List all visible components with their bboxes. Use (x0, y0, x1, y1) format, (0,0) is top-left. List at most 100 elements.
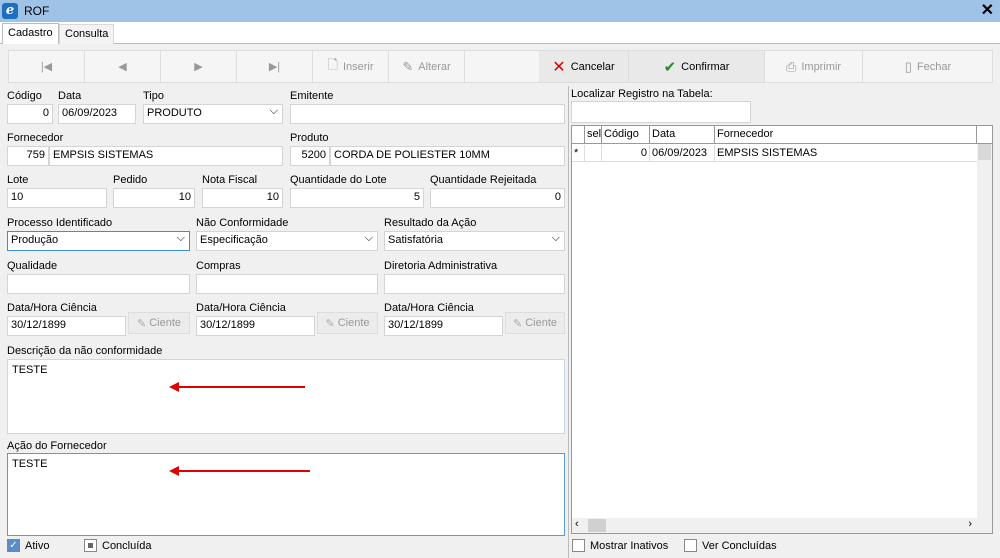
acao-textarea[interactable]: TESTE (7, 453, 565, 536)
tab-bar: Cadastro Consulta (0, 22, 1000, 44)
fornecedor-name-field[interactable]: EMPSIS SISTEMAS (49, 146, 283, 166)
qtd-rejeitada-label: Quantidade Rejeitada (430, 174, 537, 186)
close-label: Fechar (916, 60, 952, 73)
nota-fiscal-field[interactable]: 10 (202, 188, 283, 208)
window-title: ROF (24, 4, 50, 18)
qtd-lote-field[interactable]: 5 (290, 188, 424, 208)
printer-icon: ⎙ (785, 58, 797, 74)
codigo-field[interactable]: 0 (7, 104, 53, 124)
prev-icon: ◀ (118, 61, 127, 73)
tipo-label: Tipo (143, 90, 164, 102)
mostrar-inativos-label: Mostrar Inativos (590, 539, 669, 552)
ver-concluidas-checkbox[interactable]: Ver Concluídas (684, 539, 777, 552)
search-label: Localizar Registro na Tabela: (571, 88, 713, 100)
ciencia-field-3[interactable]: 30/12/1899 (384, 316, 503, 336)
close-icon[interactable]: ✕ (981, 1, 994, 21)
nao-conformidade-select[interactable]: Especificação ⌵ (196, 231, 378, 251)
edit-icon: ✎ (402, 58, 414, 74)
fornecedor-cell: EMPSIS SISTEMAS (717, 147, 818, 159)
produto-code-field[interactable]: 5200 (290, 146, 330, 166)
fornecedor-label: Fornecedor (7, 132, 64, 144)
red-arrow-annotation (169, 466, 310, 476)
nao-conformidade-label: Não Conformidade (196, 217, 289, 229)
qtd-rejeitada-field[interactable]: 0 (430, 188, 565, 208)
print-button[interactable]: ⎙ Imprimir (765, 51, 863, 82)
print-label: Imprimir (801, 60, 842, 73)
edit-icon: ✎ (325, 317, 335, 330)
concluida-checkbox[interactable]: Concluída (84, 539, 152, 552)
diretoria-label: Diretoria Administrativa (384, 260, 498, 272)
column-header-sel[interactable]: sel (585, 126, 602, 144)
ciencia-field-1[interactable]: 30/12/1899 (7, 316, 126, 336)
scroll-left-icon[interactable]: ‹ (575, 518, 579, 530)
document-icon: 🗋 (327, 56, 338, 72)
data-field[interactable]: 06/09/2023 (58, 104, 136, 124)
pedido-label: Pedido (113, 174, 148, 186)
vertical-scrollbar[interactable] (977, 144, 992, 519)
cancel-button[interactable]: ✕ Cancelar (539, 51, 629, 82)
cancel-label: Cancelar (570, 60, 615, 73)
pedido-field[interactable]: 10 (113, 188, 195, 208)
column-header-data[interactable]: Data (650, 126, 715, 144)
ciente-button-1[interactable]: ✎ Ciente (128, 312, 190, 334)
column-header-fornecedor[interactable]: Fornecedor (715, 126, 977, 144)
diretoria-field[interactable] (384, 274, 565, 294)
prev-record-button[interactable]: ◀ (85, 51, 161, 82)
ciente-label: Ciente (337, 317, 370, 329)
checkbox-icon (572, 539, 585, 552)
search-input[interactable] (571, 101, 751, 123)
exit-icon: ▯ (904, 58, 912, 74)
indicator-column-header (572, 126, 585, 144)
edit-button[interactable]: ✎ Alterar (389, 51, 465, 82)
panel-divider[interactable] (568, 86, 569, 558)
ativo-checkbox[interactable]: ✓ Ativo (7, 539, 49, 552)
records-table: sel Código Data Fornecedor * 0 06/09/202… (571, 125, 993, 534)
emitente-field[interactable] (290, 104, 565, 124)
sel-cell[interactable] (585, 145, 602, 162)
first-record-button[interactable]: |◀ (9, 51, 85, 82)
emitente-label: Emitente (290, 90, 334, 102)
tipo-select[interactable]: PRODUTO ⌵ (143, 104, 283, 124)
resultado-select[interactable]: Satisfatória ⌵ (384, 231, 565, 251)
confirm-button[interactable]: ✔ Confirmar (629, 51, 765, 82)
chevron-down-icon: ⌵ (176, 232, 185, 244)
scroll-thumb[interactable] (588, 519, 606, 532)
toolbar: |◀ ◀ ▶ ▶| 🗋 Inserir ✎ Alterar ✕ Cancelar ✔ C… (8, 50, 993, 83)
ciente-label: Ciente (525, 317, 557, 329)
produto-name-field[interactable]: CORDA DE POLIESTER 10MM (330, 146, 565, 166)
chevron-down-icon: ⌵ (269, 105, 278, 117)
checkbox-icon (684, 539, 697, 552)
ciencia-label-3: Data/Hora Ciência (384, 302, 474, 314)
edit-icon: ✎ (512, 317, 523, 330)
last-record-button[interactable]: ▶| (237, 51, 313, 82)
scroll-right-icon[interactable]: › (968, 518, 972, 530)
data-label: Data (58, 90, 82, 102)
close-button[interactable]: ▯ Fechar (863, 51, 993, 82)
scroll-thumb[interactable] (978, 144, 991, 160)
red-arrow-annotation (169, 382, 305, 392)
next-record-button[interactable]: ▶ (161, 51, 237, 82)
lote-field[interactable]: 10 (7, 188, 107, 208)
compras-field[interactable] (196, 274, 378, 294)
ciente-button-3[interactable]: ✎ Ciente (505, 312, 565, 334)
processo-select[interactable]: Produção ⌵ (7, 231, 190, 251)
resultado-label: Resultado da Ação (384, 217, 477, 229)
horizontal-scrollbar[interactable]: ‹ › (572, 518, 992, 533)
ciencia-label-2: Data/Hora Ciência (196, 302, 286, 314)
fornecedor-code-field[interactable]: 759 (7, 146, 49, 166)
tab-cadastro[interactable]: Cadastro (2, 23, 59, 44)
table-row[interactable]: * 0 06/09/2023 EMPSIS SISTEMAS (572, 145, 977, 162)
mostrar-inativos-checkbox[interactable]: Mostrar Inativos (572, 539, 668, 552)
cancel-icon: ✕ (552, 58, 566, 76)
descricao-label: Descrição da não conformidade (7, 345, 163, 357)
descricao-textarea[interactable]: TESTE (7, 359, 565, 434)
column-header-codigo[interactable]: Código (602, 126, 650, 144)
ciencia-field-2[interactable]: 30/12/1899 (196, 316, 315, 336)
tipo-value: PRODUTO (147, 107, 202, 119)
qualidade-field[interactable] (7, 274, 190, 294)
lote-label: Lote (7, 174, 29, 186)
ciente-button-2[interactable]: ✎ Ciente (317, 312, 378, 334)
tab-consulta[interactable]: Consulta (59, 24, 115, 44)
insert-button[interactable]: 🗋 Inserir (313, 51, 389, 82)
insert-label: Inserir (342, 60, 374, 73)
